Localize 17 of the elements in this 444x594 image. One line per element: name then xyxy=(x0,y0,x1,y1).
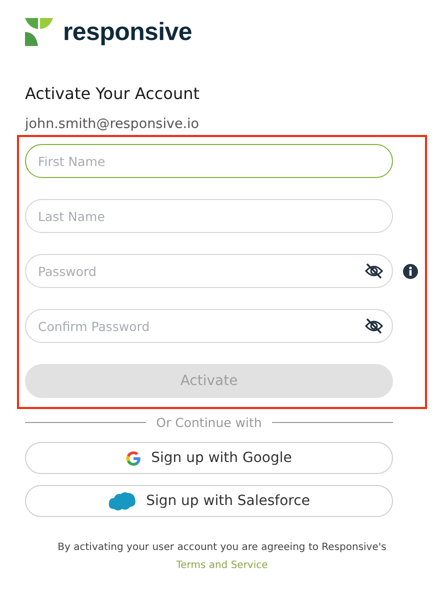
google-g-icon xyxy=(126,450,142,466)
input-field[interactable]: Last Name xyxy=(25,199,393,233)
input-field[interactable]: First Name xyxy=(25,144,393,178)
page-heading: Activate Your Account xyxy=(25,84,200,103)
google-signup-button[interactable]: Sign up with Google xyxy=(25,442,393,474)
terms-text: By activating your user account you are agreeing to Responsive's Terms and Service xyxy=(56,541,388,573)
password-field[interactable]: Confirm Password xyxy=(25,309,393,343)
brand-name: responsive xyxy=(63,18,192,46)
info-icon[interactable] xyxy=(403,264,418,278)
cloud-icon xyxy=(108,491,136,511)
eye-slash-icon[interactable] xyxy=(365,263,383,279)
password-field[interactable]: Password xyxy=(25,254,393,288)
logo-icon xyxy=(25,18,53,46)
email-text: john.smith@responsive.io xyxy=(25,116,200,132)
eye-slash-icon[interactable] xyxy=(365,318,383,334)
salesforce-signup-button[interactable]: Sign up with Salesforce xyxy=(25,485,393,517)
divider-text: Or Continue with xyxy=(156,415,262,430)
